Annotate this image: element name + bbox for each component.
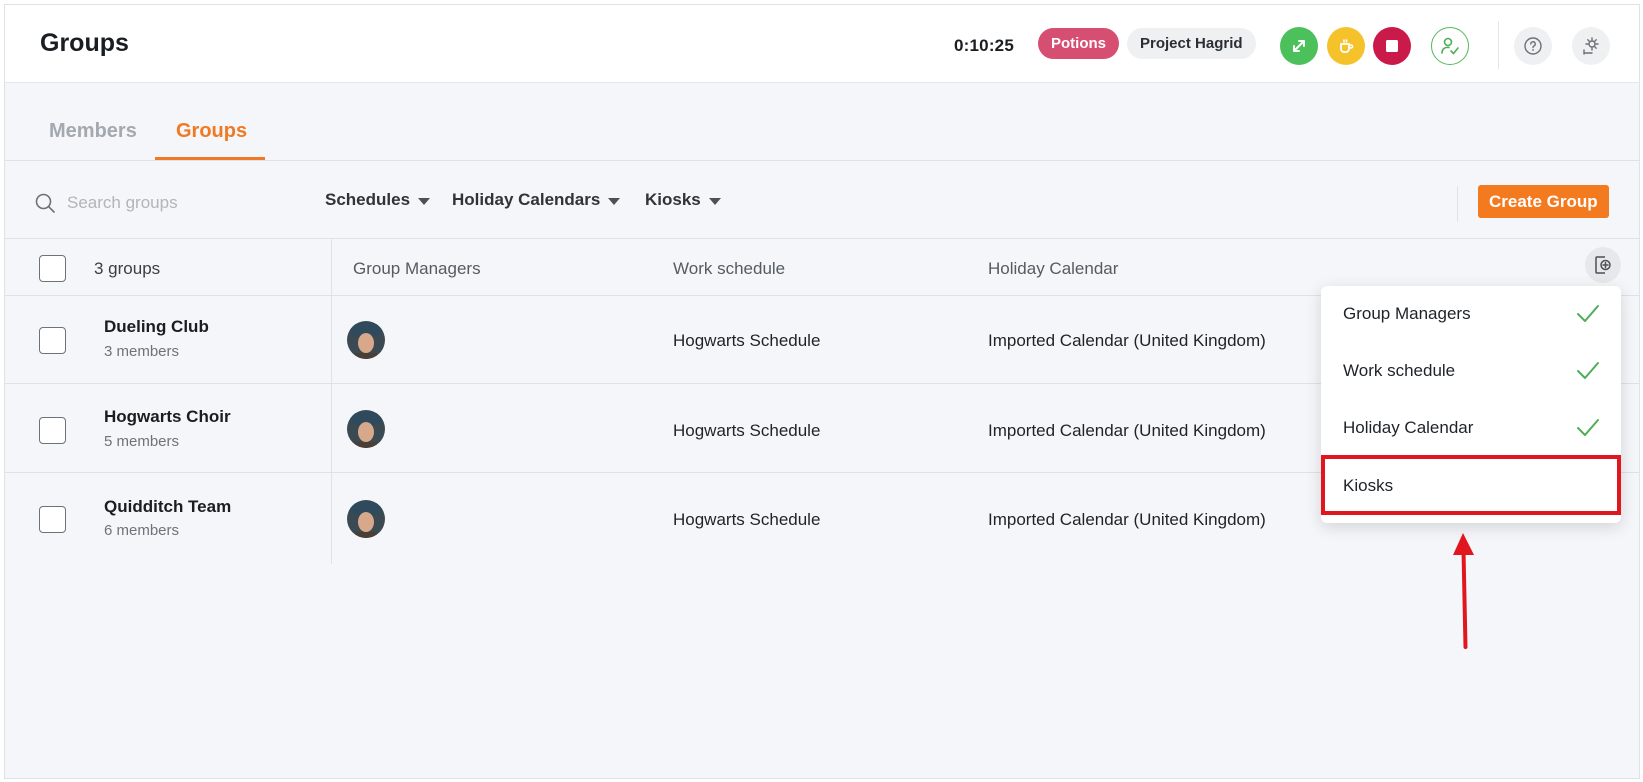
check-icon — [1577, 305, 1599, 322]
user-status-button[interactable] — [1431, 27, 1469, 65]
search-icon — [35, 193, 55, 213]
member-count: 3 members — [104, 343, 180, 360]
stop-button[interactable] — [1373, 27, 1411, 65]
menu-item-work-schedule[interactable]: Work schedule — [1321, 343, 1621, 400]
kiosks-filter-label: Kiosks — [645, 190, 701, 209]
break-button[interactable] — [1327, 27, 1365, 65]
holiday-calendar-cell: Imported Calendar (United Kingdom) — [988, 331, 1266, 350]
tab-groups[interactable]: Groups — [176, 120, 247, 143]
menu-item-holiday-calendar[interactable]: Holiday Calendar — [1321, 400, 1621, 457]
menu-item-label: Holiday Calendar — [1343, 418, 1474, 437]
holiday-calendars-filter[interactable]: Holiday Calendars — [452, 190, 621, 210]
member-count: 6 members — [104, 522, 180, 539]
holiday-calendars-filter-label: Holiday Calendars — [452, 190, 601, 209]
row-checkbox[interactable] — [39, 417, 66, 444]
coffee-break-icon — [1340, 39, 1354, 53]
help-icon — [1524, 37, 1542, 55]
menu-item-label: Work schedule — [1343, 361, 1456, 380]
row-checkbox[interactable] — [39, 506, 66, 533]
group-name[interactable]: Dueling Club — [104, 317, 209, 337]
annotation-highlight-box — [1321, 455, 1621, 515]
schedules-filter-label: Schedules — [325, 190, 411, 209]
user-check-icon — [1441, 37, 1459, 55]
check-icon — [1577, 362, 1599, 379]
column-settings-icon — [1595, 256, 1611, 274]
header-divider — [1498, 21, 1499, 69]
group-name[interactable]: Quidditch Team — [104, 497, 231, 517]
select-all-checkbox[interactable] — [39, 255, 66, 282]
member-count: 5 members — [104, 433, 180, 450]
settings-icon — [1583, 37, 1599, 55]
settings-button[interactable] — [1572, 27, 1610, 65]
group-name[interactable]: Hogwarts Choir — [104, 407, 231, 427]
group-count: 3 groups — [94, 259, 161, 278]
app-frame: Groups 0:10:25 Potions Project Hagrid Me… — [4, 4, 1640, 779]
tab-members[interactable]: Members — [49, 120, 137, 143]
avatar[interactable] — [347, 321, 385, 359]
create-group-button[interactable]: Create Group — [1478, 185, 1609, 218]
avatar[interactable] — [347, 500, 385, 538]
menu-item-label: Group Managers — [1343, 304, 1471, 323]
annotation-arrow — [1453, 533, 1474, 649]
activity-pill[interactable]: Potions — [1038, 28, 1119, 59]
check-icon — [1577, 419, 1599, 436]
timer: 0:10:25 — [954, 36, 1014, 55]
swap-activity-button[interactable] — [1280, 27, 1318, 65]
work-schedule-cell: Hogwarts Schedule — [673, 331, 821, 350]
swap-icon — [1293, 40, 1305, 52]
menu-item-group-managers[interactable]: Group Managers — [1321, 286, 1621, 343]
holiday-calendar-cell: Imported Calendar (United Kingdom) — [988, 510, 1266, 529]
search-input[interactable] — [67, 189, 287, 217]
work-schedule-cell: Hogwarts Schedule — [673, 421, 821, 440]
caret-down-icon — [608, 198, 621, 205]
work-schedule-cell: Hogwarts Schedule — [673, 510, 821, 529]
caret-down-icon — [418, 198, 431, 205]
caret-down-icon — [708, 198, 721, 205]
page-title: Groups — [40, 29, 129, 57]
avatar[interactable] — [347, 410, 385, 448]
holiday-calendar-cell: Imported Calendar (United Kingdom) — [988, 421, 1266, 440]
tabs-divider — [5, 160, 1639, 161]
column-settings-button[interactable] — [1585, 247, 1621, 283]
schedules-filter[interactable]: Schedules — [325, 190, 431, 210]
row-checkbox[interactable] — [39, 327, 66, 354]
filter-divider — [1457, 186, 1458, 222]
column-header-group-managers[interactable]: Group Managers — [353, 259, 481, 279]
help-button[interactable] — [1514, 27, 1552, 65]
stop-icon — [1386, 40, 1398, 52]
top-bar: Groups 0:10:25 Potions Project Hagrid — [5, 5, 1639, 83]
column-header-work-schedule[interactable]: Work schedule — [673, 259, 785, 279]
project-pill[interactable]: Project Hagrid — [1127, 28, 1256, 59]
column-header-holiday-calendar[interactable]: Holiday Calendar — [988, 259, 1118, 279]
kiosks-filter[interactable]: Kiosks — [645, 190, 721, 210]
